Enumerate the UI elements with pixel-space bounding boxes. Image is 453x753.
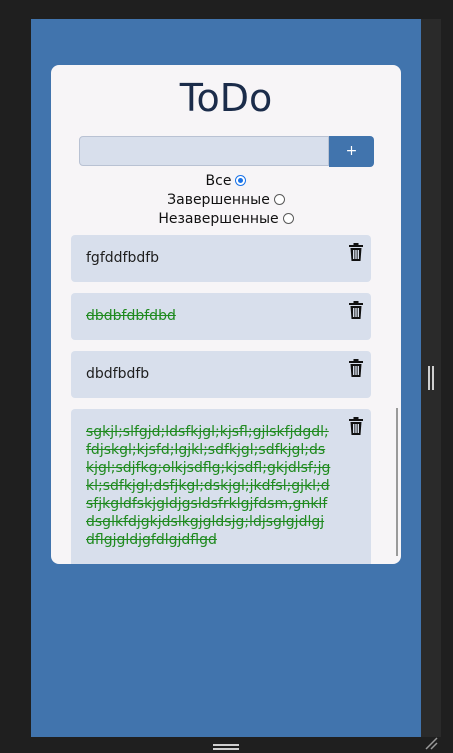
filter-all[interactable]: Все — [51, 171, 401, 190]
filter-group: Все Завершенные Незавершенные — [51, 171, 401, 228]
todo-card: ToDo + Все Завершенные Незавершенные fgf… — [51, 65, 401, 564]
filter-label: Незавершенные — [158, 210, 279, 227]
app-window: ToDo + Все Завершенные Незавершенные fgf… — [0, 0, 453, 753]
trash-icon[interactable] — [349, 243, 363, 261]
trash-icon[interactable] — [349, 301, 363, 319]
radio-completed[interactable] — [273, 194, 285, 205]
radio-all[interactable] — [235, 175, 247, 186]
page-title: ToDo — [179, 76, 273, 120]
filter-completed[interactable]: Завершенные — [51, 190, 401, 209]
list-scrollbar[interactable] — [396, 408, 398, 556]
filter-label: Все — [205, 172, 232, 189]
trash-icon[interactable] — [349, 417, 363, 435]
filter-incomplete[interactable]: Незавершенные — [51, 209, 401, 228]
todo-text[interactable]: dbdfbdfb — [86, 366, 149, 382]
todo-list[interactable]: fgfddfbdfb dbdbfdbfdbd dbdfbdfb sgkjl;sl… — [71, 235, 377, 564]
todo-item[interactable]: dbdbfdbfdbd — [71, 293, 371, 340]
todo-item[interactable]: fgfddfbdfb — [71, 235, 371, 282]
bottom-resize-handle[interactable] — [213, 744, 239, 750]
todo-text[interactable]: sgkjl;slfgjd;ldsfkjgl;kjsfl;gjlskfjdgdl;… — [86, 424, 330, 548]
trash-icon[interactable] — [349, 359, 363, 377]
todo-item[interactable]: dbdfbdfb — [71, 351, 371, 398]
add-button[interactable]: + — [329, 136, 374, 167]
corner-resize-icon[interactable] — [424, 736, 438, 750]
radio-incomplete[interactable] — [282, 213, 294, 224]
filter-label: Завершенные — [167, 191, 270, 208]
todo-input[interactable] — [79, 136, 329, 166]
todo-text[interactable]: fgfddfbdfb — [86, 250, 159, 266]
todo-item[interactable]: sgkjl;slfgjd;ldsfkjgl;kjsfl;gjlskfjdgdl;… — [71, 409, 371, 564]
side-resize-handle[interactable] — [428, 366, 434, 390]
todo-text[interactable]: dbdbfdbfdbd — [86, 308, 176, 324]
